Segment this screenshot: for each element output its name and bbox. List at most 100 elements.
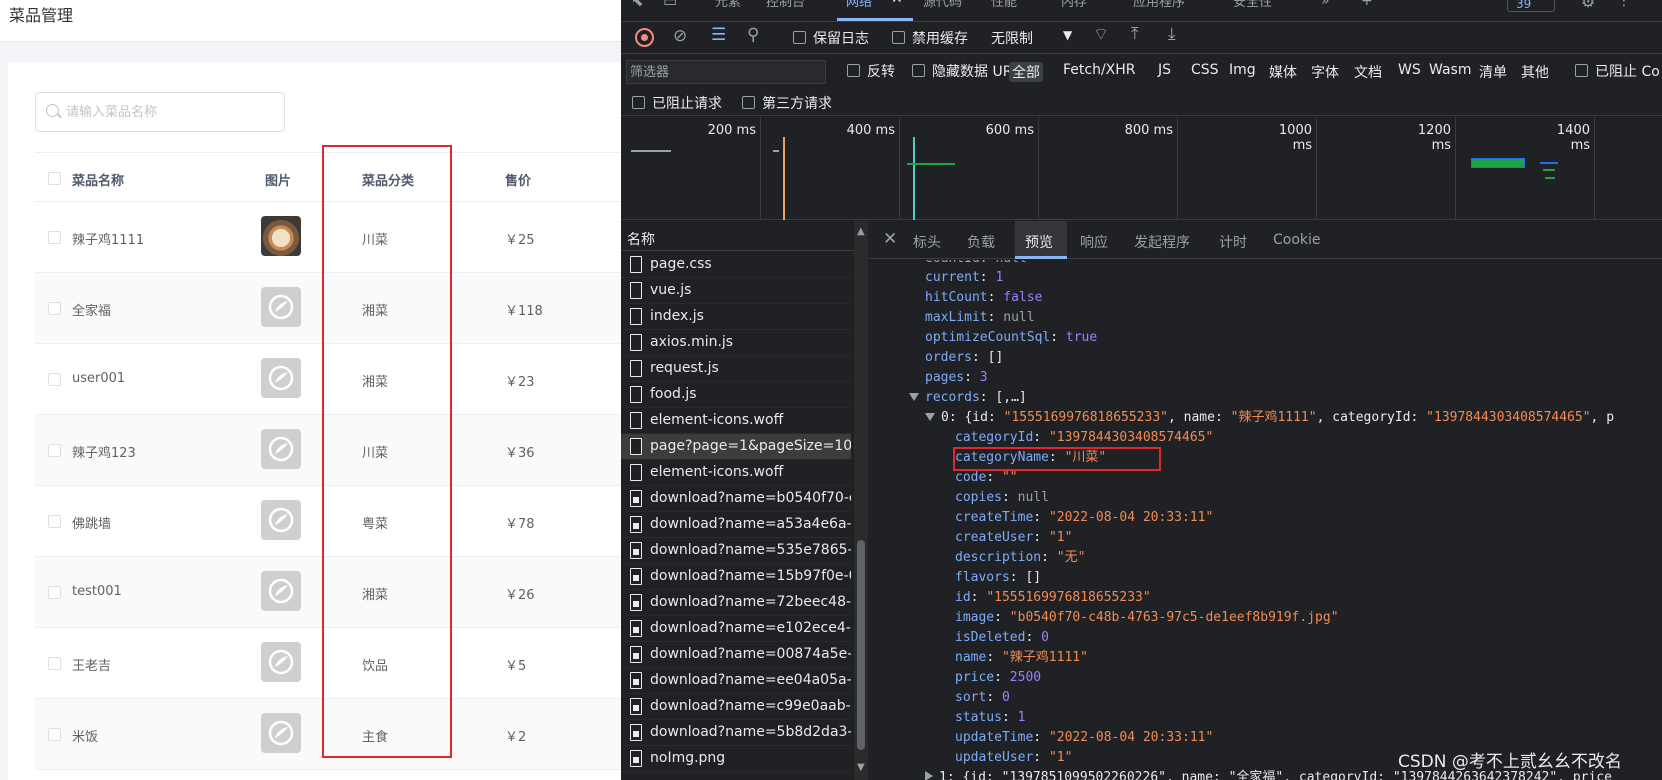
panel-tab-elements[interactable]: 元素 [715, 0, 741, 10]
row-checkbox[interactable] [48, 444, 61, 457]
inspect-element-icon[interactable]: ⬉ [631, 0, 644, 9]
network-conditions-icon[interactable]: ⌔ [1093, 27, 1109, 44]
scroll-down-icon[interactable]: ▼ [857, 762, 865, 773]
request-row[interactable]: download?name=5b8d2da3-3... [621, 720, 851, 746]
request-row[interactable]: download?name=15b97f0e-0... [621, 564, 851, 590]
request-row[interactable]: axios.min.js [621, 330, 851, 356]
row-checkbox[interactable] [48, 586, 61, 599]
throttling-select[interactable]: 无限制 [991, 28, 1033, 48]
request-row[interactable]: download?name=c99e0aab-3... [621, 694, 851, 720]
select-all-checkbox[interactable] [48, 172, 61, 185]
expand-triangle-icon[interactable] [925, 413, 935, 421]
row-checkbox[interactable] [48, 515, 61, 528]
panel-tab-console[interactable]: 控制台 [766, 0, 805, 10]
panel-tab-security[interactable]: 安全性 [1233, 0, 1272, 10]
close-detail-icon[interactable]: ✕ [883, 229, 897, 249]
document-file-icon [630, 360, 642, 377]
dish-search-box[interactable] [35, 92, 285, 132]
scroll-up-icon[interactable]: ▲ [857, 226, 865, 237]
filter-type-3[interactable]: CSS [1191, 62, 1219, 78]
hide-data-urls-checkbox[interactable] [912, 64, 925, 77]
request-row[interactable]: food.js [621, 382, 851, 408]
invert-checkbox[interactable] [847, 64, 860, 77]
filter-type-10[interactable]: 清单 [1479, 62, 1507, 82]
json-line-records[interactable]: records: [,…] [909, 388, 1027, 408]
request-row[interactable]: download?name=535e7865-9... [621, 538, 851, 564]
request-row[interactable]: page.css [621, 252, 851, 278]
header-image[interactable]: 图片 [265, 170, 291, 189]
request-row[interactable]: download?name=b0540f70-c... [621, 486, 851, 512]
tab-timing[interactable]: 计时 [1219, 232, 1247, 252]
request-row[interactable]: request.js [621, 356, 851, 382]
chevron-down-icon[interactable]: ▼ [1063, 29, 1072, 41]
settings-gear-icon[interactable]: ⚙ [1581, 0, 1595, 10]
dish-search-input[interactable] [66, 101, 266, 123]
request-row[interactable]: element-icons.woff [621, 408, 851, 434]
panel-tab-application[interactable]: 应用程序 [1133, 0, 1185, 10]
panel-tab-network[interactable]: 网络 [846, 0, 872, 10]
row-checkbox[interactable] [48, 231, 61, 244]
export-har-icon[interactable]: ⤓ [1168, 26, 1176, 43]
close-tab-icon[interactable]: ✕ [891, 0, 903, 6]
request-row[interactable]: element-icons.woff [621, 460, 851, 486]
filter-type-11[interactable]: 其他 [1521, 62, 1549, 82]
json-line-record-0[interactable]: 0: {id: "1555169976818655233", name: "辣子… [925, 408, 1614, 428]
row-checkbox[interactable] [48, 657, 61, 670]
panel-tab-performance[interactable]: 性能 [991, 0, 1017, 10]
filter-box[interactable] [626, 60, 826, 84]
tab-payload[interactable]: 负载 [967, 232, 995, 252]
tab-cookies[interactable]: Cookie [1273, 232, 1321, 248]
row-checkbox[interactable] [48, 302, 61, 315]
scrollbar-thumb[interactable] [857, 540, 865, 750]
filter-type-8[interactable]: WS [1398, 62, 1421, 78]
row-checkbox[interactable] [48, 728, 61, 741]
disable-cache-checkbox[interactable] [892, 31, 905, 44]
clear-icon[interactable]: ⊘ [673, 28, 687, 45]
panel-tab-memory[interactable]: 内存 [1061, 0, 1087, 10]
filter-type-1[interactable]: Fetch/XHR [1063, 62, 1136, 78]
filter-type-0[interactable]: 全部 [1009, 62, 1043, 82]
request-row[interactable]: download?name=72beec48-6... [621, 590, 851, 616]
request-row[interactable]: index.js [621, 304, 851, 330]
filter-type-5[interactable]: 媒体 [1269, 62, 1297, 82]
tab-preview[interactable]: 预览 [1025, 232, 1053, 252]
panel-tab-sources[interactable]: 源代码 [923, 0, 962, 10]
request-row[interactable]: download?name=ee04a05a-1... [621, 668, 851, 694]
request-row[interactable]: page?page=1&pageSize=10 [621, 434, 851, 460]
request-row[interactable]: vue.js [621, 278, 851, 304]
filter-type-4[interactable]: Img [1229, 62, 1256, 78]
blocked-requests-checkbox[interactable] [632, 96, 645, 109]
request-row[interactable]: download?name=a53a4e6a-3... [621, 512, 851, 538]
filter-input[interactable] [630, 63, 810, 81]
filter-funnel-icon[interactable]: ☰ [711, 27, 726, 44]
import-har-icon[interactable]: ⤒ [1131, 26, 1139, 43]
filter-type-6[interactable]: 字体 [1311, 62, 1339, 82]
preserve-log-checkbox[interactable] [793, 31, 806, 44]
request-row[interactable]: noImg.png [621, 746, 851, 772]
more-tabs-icon[interactable]: » [1321, 0, 1330, 8]
search-icon[interactable]: ⚲ [747, 27, 759, 44]
device-toolbar-icon[interactable]: ▭ [663, 0, 677, 9]
issues-badge[interactable]: 39 [1507, 0, 1555, 12]
network-overview-timeline[interactable]: 200 ms 400 ms 600 ms 800 ms 1000 ms 1200 ms 14… [621, 117, 1662, 220]
record-stop-icon[interactable] [635, 28, 654, 47]
tab-headers[interactable]: 标头 [913, 232, 941, 252]
filter-type-7[interactable]: 文档 [1354, 62, 1382, 82]
request-row[interactable]: download?name=e102ece4-c... [621, 616, 851, 642]
filter-type-9[interactable]: Wasm [1429, 62, 1471, 78]
name-column-header[interactable]: 名称 [621, 221, 855, 251]
customize-icon[interactable]: ⋮ [1617, 0, 1631, 8]
request-row[interactable]: download?name=00874a5e-0... [621, 642, 851, 668]
expand-triangle-icon[interactable] [909, 393, 919, 401]
row-checkbox[interactable] [48, 373, 61, 386]
header-price[interactable]: 售价 [505, 170, 531, 189]
filter-type-2[interactable]: JS [1158, 62, 1171, 78]
header-dish-name[interactable]: 菜品名称 [72, 170, 124, 189]
blocked-cookies-checkbox[interactable] [1575, 64, 1588, 77]
timeline-bar [1540, 162, 1558, 164]
third-party-checkbox[interactable] [742, 96, 755, 109]
add-tab-icon[interactable]: + [1361, 0, 1373, 8]
collapse-triangle-icon[interactable] [925, 771, 933, 780]
tab-response[interactable]: 响应 [1080, 232, 1108, 252]
tab-initiator[interactable]: 发起程序 [1134, 232, 1190, 252]
